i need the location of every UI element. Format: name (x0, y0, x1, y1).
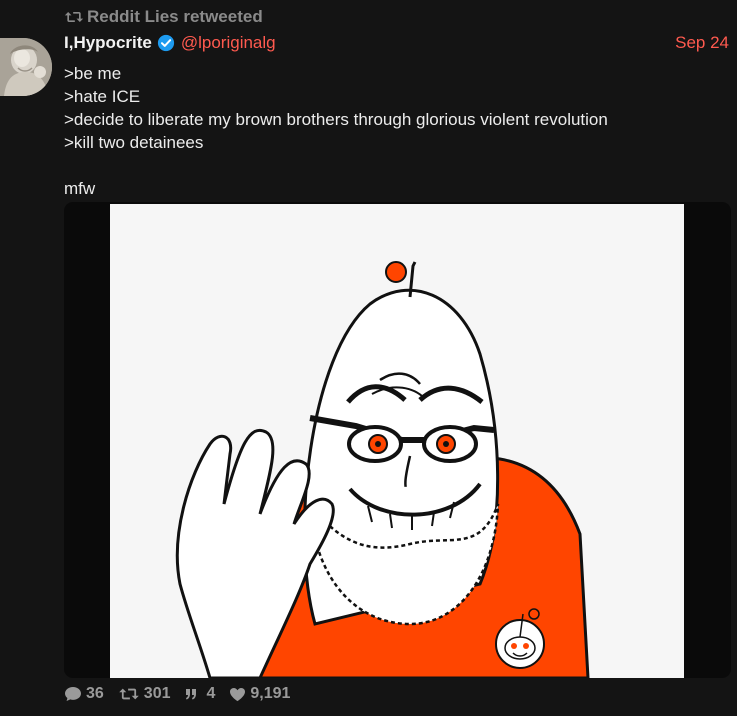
like-button[interactable]: 9,191 (229, 685, 290, 703)
heart-icon (230, 687, 246, 701)
meme-image[interactable] (110, 204, 684, 678)
quote-count: 4 (206, 685, 216, 702)
statue-avatar-icon (0, 38, 52, 96)
reply-button[interactable]: 36 (64, 685, 104, 703)
tweet-card: Reddit Lies retweeted I,Hypocrite @lpori… (0, 0, 737, 716)
tweet-text: >be me >hate ICE >decide to liberate my … (64, 62, 608, 200)
author-handle[interactable]: @lporiginalg (181, 33, 276, 53)
retweet-header[interactable]: Reddit Lies retweeted (64, 7, 263, 27)
quote-button[interactable]: 4 (185, 685, 216, 703)
reply-count: 36 (86, 685, 104, 702)
tweet-line: >hate ICE (64, 87, 141, 106)
reddit-snoo-meme-image (110, 204, 684, 678)
like-count: 9,191 (250, 685, 291, 702)
retweet-button[interactable]: 301 (118, 685, 171, 703)
tweet-line: mfw (64, 179, 96, 198)
author-name[interactable]: I,Hypocrite (64, 33, 152, 53)
retweet-icon (119, 688, 139, 700)
author-line: I,Hypocrite @lporiginalg Sep 24 (64, 33, 729, 53)
retweet-icon (64, 12, 84, 22)
verified-badge-icon (157, 34, 174, 52)
tweet-actions: 36 301 4 9,191 (64, 685, 304, 703)
tweet-line: >kill two detainees (64, 133, 204, 152)
comment-icon (65, 687, 81, 701)
retweet-count: 301 (143, 685, 171, 702)
tweet-line: >be me (64, 64, 122, 83)
retweet-label: Reddit Lies retweeted (87, 7, 263, 26)
tweet-line: >decide to liberate my brown brothers th… (64, 110, 608, 129)
avatar[interactable] (0, 38, 52, 96)
tweet-date[interactable]: Sep 24 (675, 33, 729, 53)
tweet-media[interactable] (64, 202, 731, 678)
quote-icon (185, 689, 196, 700)
